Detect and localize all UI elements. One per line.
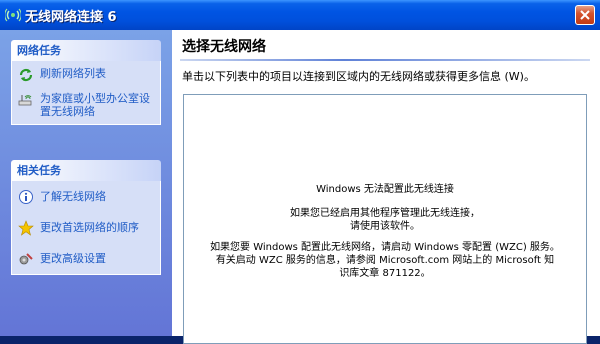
learn-wireless-label: 了解无线网络 (40, 190, 106, 203)
info-icon (18, 189, 34, 205)
heading-divider (180, 59, 590, 61)
settings-icon (18, 251, 34, 267)
setup-wireless-network-label: 为家庭或小型办公室设置无线网络 (40, 92, 150, 118)
page-title: 选择无线网络 (182, 39, 266, 55)
learn-wireless-link[interactable]: 了解无线网络 (12, 181, 160, 212)
network-tasks-header: 网络任务 (11, 40, 161, 61)
related-tasks-panel: 相关任务 了解无线网络 更改首选网络的顺序 更改高级设置 (11, 160, 161, 275)
star-icon (18, 220, 34, 236)
message-line-6: 识库文章 871122。 (339, 268, 431, 279)
task-sidebar: 网络任务 刷新网络列表 为家庭或小型办公室设置无线网络 相关任务 了解无线网络 … (0, 30, 172, 336)
change-preferred-order-label: 更改首选网络的顺序 (40, 221, 139, 234)
close-icon (580, 10, 590, 20)
change-advanced-settings-link[interactable]: 更改高级设置 (12, 243, 160, 274)
window-title: 无线网络连接 6 (25, 10, 117, 25)
wireless-setup-icon (18, 92, 34, 108)
message-line-5: 有关启动 WZC 服务的信息，请参阅 Microsoft.com 网站上的 Mi… (215, 255, 555, 266)
message-line-3: 请使用该软件。 (350, 221, 420, 232)
wireless-network-list[interactable]: Windows 无法配置此无线连接 如果您已经启用其他程序管理此无线连接， 请使… (183, 94, 587, 344)
instruction-text: 单击以下列表中的项目以连接到区域内的无线网络或获得更多信息 (W)。 (182, 70, 535, 83)
network-tasks-body: 刷新网络列表 为家庭或小型办公室设置无线网络 (11, 61, 161, 125)
related-tasks-header: 相关任务 (11, 160, 161, 181)
setup-wireless-network-link[interactable]: 为家庭或小型办公室设置无线网络 (12, 86, 160, 124)
related-tasks-body: 了解无线网络 更改首选网络的顺序 更改高级设置 (11, 181, 161, 275)
title-bar[interactable]: 无线网络连接 6 (0, 0, 600, 30)
wireless-network-icon (4, 7, 22, 23)
close-button[interactable] (575, 5, 595, 25)
refresh-icon (18, 67, 34, 83)
refresh-network-list-label: 刷新网络列表 (40, 67, 106, 80)
change-preferred-order-link[interactable]: 更改首选网络的顺序 (12, 212, 160, 243)
main-pane: 选择无线网络 单击以下列表中的项目以连接到区域内的无线网络或获得更多信息 (W)… (172, 30, 600, 344)
message-line-1: Windows 无法配置此无线连接 (316, 184, 454, 195)
refresh-network-list-link[interactable]: 刷新网络列表 (12, 61, 160, 86)
message-line-4: 如果您要 Windows 配置此无线网络，请启动 Windows 零配置 (WZ… (210, 242, 560, 253)
change-advanced-settings-label: 更改高级设置 (40, 252, 106, 265)
message-line-2: 如果您已经启用其他程序管理此无线连接， (290, 208, 480, 219)
network-tasks-panel: 网络任务 刷新网络列表 为家庭或小型办公室设置无线网络 (11, 40, 161, 125)
